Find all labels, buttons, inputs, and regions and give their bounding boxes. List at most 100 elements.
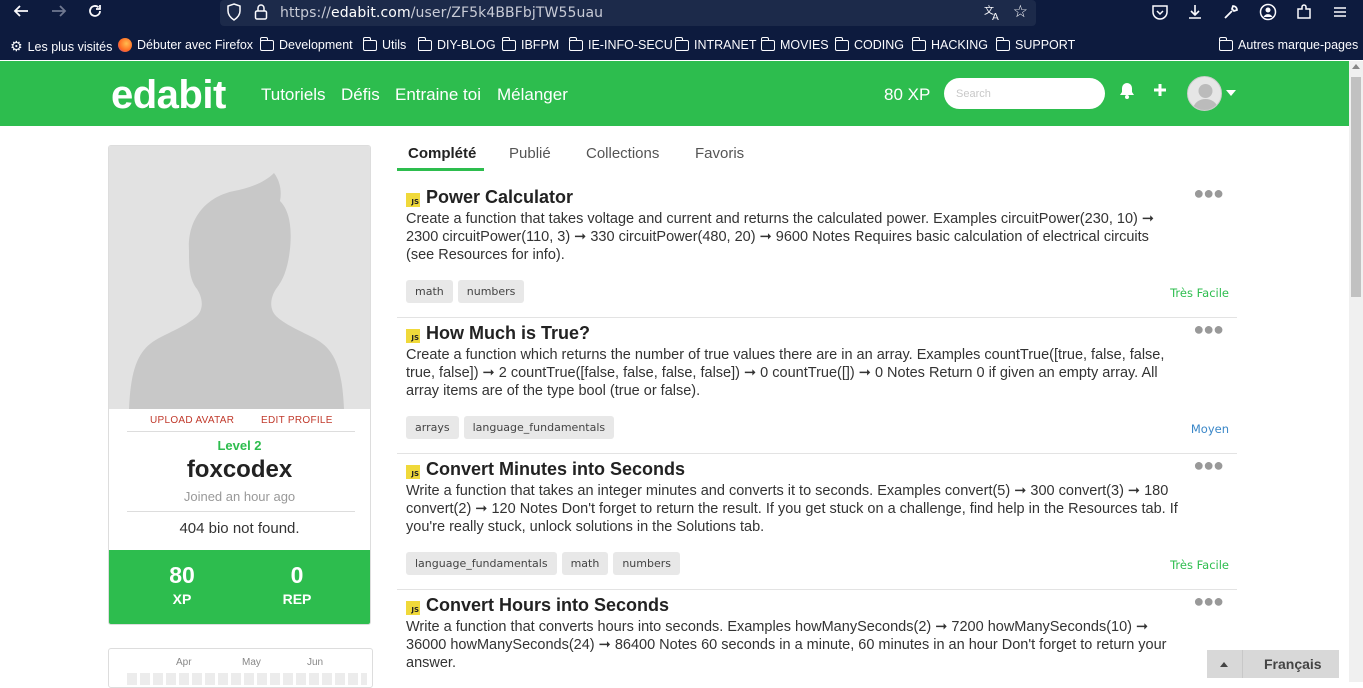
challenge-title[interactable]: Convert Minutes into Seconds [426,459,685,480]
challenge-title[interactable]: How Much is True? [426,323,590,344]
url-text[interactable]: https://edabit.com/user/ZF5k4BBFbjTW55ua… [280,5,603,21]
language-selector[interactable]: Français [1207,650,1339,678]
challenge-title[interactable]: Convert Hours into Seconds [426,595,669,616]
wrench-icon[interactable] [1220,3,1242,23]
folder-icon [760,36,775,51]
tab-completed[interactable]: Complété [408,145,476,162]
challenge-card[interactable]: JS Convert Minutes into Seconds ●●● Writ… [397,454,1237,590]
menu-icon[interactable] [1329,3,1351,23]
bookmark-folder-support[interactable]: SUPPORT [995,36,1076,52]
tab-collections[interactable]: Collections [586,145,659,162]
bookmark-label: Débuter avec Firefox [137,38,254,52]
scrollbar-thumb[interactable] [1351,77,1361,297]
chevron-up-icon[interactable] [1220,662,1228,667]
pocket-icon[interactable] [1149,3,1171,23]
difficulty-label: Très Facile [1170,558,1229,572]
bookmark-folder-intranet[interactable]: INTRANET [674,36,757,52]
firefox-icon [118,38,132,52]
bookmark-folder-ie-info-secu[interactable]: IE-INFO-SECU [568,36,673,52]
nav-challenges[interactable]: Défis [341,85,380,105]
more-options-icon[interactable]: ●●● [1193,183,1224,204]
scroll-up-arrow-icon[interactable] [1352,64,1360,69]
tab-published[interactable]: Publié [509,145,551,162]
tag[interactable]: arrays [406,416,459,439]
tag[interactable]: language_fundamentals [406,552,557,575]
folder-icon [1218,36,1233,51]
language-label[interactable]: Français [1264,656,1322,672]
tag[interactable]: numbers [457,280,525,303]
plus-icon[interactable] [1152,81,1168,104]
xp-label: XP [172,591,192,607]
upload-avatar-link[interactable]: UPLOAD AVATAR [150,415,234,426]
bookmark-star-icon[interactable]: ☆ [1013,2,1028,22]
bookmark-folder-movies[interactable]: MOVIES [760,36,829,52]
challenge-card[interactable]: JS How Much is True? ●●● Create a functi… [397,318,1237,454]
url-host: edabit.com [330,5,411,21]
bookmark-label: HACKING [931,38,988,52]
xp-counter[interactable]: 80 XP [884,85,930,105]
difficulty-label: Très Facile [1170,286,1229,300]
folder-icon [501,36,516,51]
joined-date: Joined an hour ago [183,489,296,504]
bookmark-folder-other[interactable]: Autres marque-pages [1218,36,1358,52]
account-icon[interactable] [1257,3,1279,23]
bookmark-getting-started[interactable]: Débuter avec Firefox [118,38,253,52]
nav-practice[interactable]: Entraine toi [395,85,481,105]
bookmark-folder-hacking[interactable]: HACKING [911,36,988,52]
bookmark-folder-development[interactable]: Development [259,36,353,52]
back-icon[interactable] [8,2,34,24]
challenge-card[interactable]: JS Power Calculator ●●● Create a functio… [397,182,1237,318]
svg-text:A: A [992,12,999,21]
bookmark-folder-ibfpm[interactable]: IBFPM [501,36,559,52]
folder-icon [834,36,849,51]
download-icon[interactable] [1184,3,1206,23]
bookmark-most-visited[interactable]: ⚙ Les plus visités [10,38,112,55]
bookmark-folder-utils[interactable]: Utils [362,36,406,52]
nav-shuffle[interactable]: Mélanger [497,85,568,105]
more-options-icon[interactable]: ●●● [1193,591,1224,612]
user-avatar[interactable] [1187,76,1222,111]
forward-icon[interactable] [46,2,72,24]
nav-tutorials[interactable]: Tutoriels [261,85,326,105]
bookmark-label: Development [279,38,353,52]
extensions-icon[interactable] [1293,3,1315,23]
tag[interactable]: math [561,552,609,575]
tag[interactable]: math [406,280,453,303]
user-bio: 404 bio not found. [179,520,300,537]
difficulty-label: Moyen [1190,422,1229,436]
bookmark-folder-diy-blog[interactable]: DIY-BLOG [417,36,496,52]
tag-list: math numbers [406,280,525,303]
folder-icon [911,36,926,51]
rep-value: 0 [290,562,304,588]
translate-icon[interactable]: 文A [984,3,1002,25]
edit-profile-link[interactable]: EDIT PROFILE [261,415,333,426]
active-tab-indicator [397,168,484,171]
bookmark-label: Les plus visités [27,39,113,54]
site-header: edabit Tutoriels Défis Entraine toi Méla… [0,61,1349,126]
tag[interactable]: numbers [613,552,680,575]
more-options-icon[interactable]: ●●● [1193,455,1224,476]
month-label: Jun [307,657,324,668]
tab-favorites[interactable]: Favoris [695,145,744,162]
activity-calendar: Apr May Jun [108,648,373,688]
rep-label: REP [282,591,312,607]
lock-icon[interactable] [254,3,268,26]
more-options-icon[interactable]: ●●● [1193,319,1224,340]
challenge-description: Create a function that takes voltage and… [406,211,1155,263]
url-path: /user/ZF5k4BBFbjTW55uau [410,5,604,21]
javascript-icon: JS [406,601,420,615]
bookmark-folder-coding[interactable]: CODING [834,36,904,52]
reload-icon[interactable] [82,2,108,24]
challenge-title[interactable]: Power Calculator [426,187,573,208]
site-logo[interactable]: edabit [111,73,226,118]
user-level: Level 2 [217,438,262,453]
chevron-down-icon[interactable] [1226,90,1236,96]
search-input[interactable] [944,78,1105,109]
bookmark-label: SUPPORT [1015,38,1076,52]
bell-icon[interactable] [1119,81,1135,104]
challenge-card[interactable]: JS Convert Hours into Seconds ●●● Write … [397,590,1237,682]
shield-icon[interactable] [226,3,242,26]
rep-stat: 0 REP [247,562,347,607]
address-bar[interactable]: https://edabit.com/user/ZF5k4BBFbjTW55ua… [220,0,1036,26]
tag[interactable]: language_fundamentals [463,416,615,439]
